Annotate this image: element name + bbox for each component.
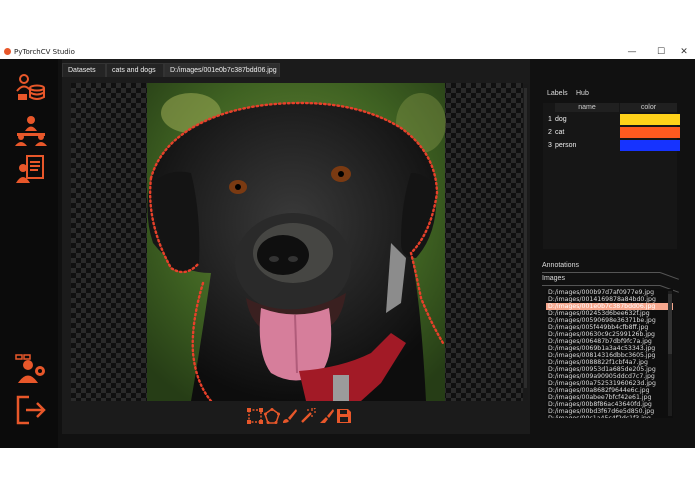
- left-sidebar: [0, 59, 58, 448]
- database-user-icon[interactable]: [14, 71, 48, 105]
- user-settings-icon[interactable]: [14, 353, 48, 387]
- tab-cats-and-dogs[interactable]: cats and dogs: [106, 63, 164, 77]
- label-row-cat[interactable]: 2 cat: [543, 126, 680, 139]
- save-icon[interactable]: [336, 408, 352, 424]
- label-name: dog: [555, 116, 567, 123]
- bounding-box-tool-icon[interactable]: [247, 408, 263, 424]
- title-bar: PyTorchCV Studio — ☐ ✕: [0, 45, 695, 59]
- tab-datasets[interactable]: Datasets: [62, 63, 106, 77]
- images-list[interactable]: D:/images/000b97d7af0977e9.jpg D:/images/…: [546, 289, 673, 418]
- app-window: Datasets cats and dogs D:/images/001e0b7…: [0, 59, 695, 448]
- image-list-item[interactable]: D:/images/00abee7bfcf42e61.jpg: [546, 394, 673, 401]
- label-row-person[interactable]: 3 person: [543, 139, 680, 152]
- brush-tool-icon[interactable]: [282, 408, 298, 424]
- right-panel: Labels Hub name color 1 dog 2 cat 3 pers…: [535, 59, 695, 448]
- tab-labels[interactable]: Labels: [547, 90, 568, 97]
- window-title: PyTorchCV Studio: [14, 48, 75, 56]
- annotations-section-header[interactable]: Annotations: [542, 262, 682, 280]
- team-icon[interactable]: [14, 113, 48, 147]
- label-row-dog[interactable]: 1 dog: [543, 113, 680, 126]
- tab-bar: Datasets cats and dogs D:/images/001e0b7…: [62, 63, 530, 77]
- label-color-swatch[interactable]: [620, 140, 680, 151]
- image-list-item[interactable]: D:/images/002453d6bee632f.jpg: [546, 310, 673, 317]
- image-list-item[interactable]: D:/images/00b8f86ac43640fd.jpg: [546, 401, 673, 408]
- main-workspace: Datasets cats and dogs D:/images/001e0b7…: [62, 59, 530, 434]
- image-list-item[interactable]: D:/images/005f449bb4cfb8ff.jpg: [546, 324, 673, 331]
- image-list-item[interactable]: D:/images/00a8682f9644e6c.jpg: [546, 387, 673, 394]
- label-name: person: [555, 142, 577, 149]
- exit-icon[interactable]: [14, 393, 48, 427]
- app-logo-icon: [4, 48, 11, 55]
- minimize-button[interactable]: —: [623, 46, 641, 58]
- annotation-toolbar: [62, 406, 530, 428]
- eraser-tool-icon[interactable]: [318, 408, 334, 424]
- images-list-scrollbar[interactable]: [668, 291, 672, 416]
- polygon-tool-icon[interactable]: [264, 408, 280, 424]
- report-icon[interactable]: [14, 153, 48, 187]
- dog-photo: [147, 83, 446, 401]
- image-list-item[interactable]: D:/images/00630c9c2599126b.jpg: [546, 331, 673, 338]
- label-color-swatch[interactable]: [620, 114, 680, 125]
- column-header-name: name: [555, 103, 619, 112]
- image-list-item[interactable]: D:/images/0088822f1cbf4a7.jpg: [546, 359, 673, 366]
- labels-table: name color 1 dog 2 cat 3 person: [543, 103, 680, 249]
- column-header-color: color: [620, 103, 677, 112]
- image-list-item[interactable]: D:/images/00c1a45c4f2dc1f3.jpg: [546, 415, 673, 418]
- image-list-item[interactable]: D:/images/00953d1a685de205.jpg: [546, 366, 673, 373]
- image-list-item[interactable]: D:/images/006487b7dbf9fc7a.jpg: [546, 338, 673, 345]
- canvas-vertical-scrollbar[interactable]: [523, 84, 528, 400]
- image-list-item[interactable]: D:/images/009a90905ddcd7c7.jpg: [546, 373, 673, 380]
- image-canvas[interactable]: [71, 83, 523, 401]
- image-list-item[interactable]: D:/images/00814316dbbc3605.jpg: [546, 352, 673, 359]
- image-list-item[interactable]: D:/images/00590698e36371be.jpg: [546, 317, 673, 324]
- maximize-button[interactable]: ☐: [652, 46, 670, 58]
- images-section-header[interactable]: Images: [542, 275, 682, 293]
- label-color-swatch[interactable]: [620, 127, 680, 138]
- image-list-item[interactable]: D:/images/00bd3f67d6e5d850.jpg: [546, 408, 673, 415]
- tab-hub[interactable]: Hub: [576, 90, 589, 97]
- image-list-item[interactable]: D:/images/0069b1a3a4c53343.jpg: [546, 345, 673, 352]
- image-list-item[interactable]: D:/images/00a752531960623d.jpg: [546, 380, 673, 387]
- close-button[interactable]: ✕: [675, 46, 693, 58]
- label-name: cat: [555, 129, 565, 136]
- image-list-item[interactable]: D:/images/001e0b7c387bdd06.jpg: [546, 303, 673, 310]
- tab-current-image[interactable]: D:/images/001e0b7c387bdd06.jpg: [164, 63, 280, 77]
- image-list-item[interactable]: D:/images/0014169878a84bd0.jpg: [546, 296, 673, 303]
- magic-wand-tool-icon[interactable]: [300, 407, 316, 424]
- image-list-item[interactable]: D:/images/000b97d7af0977e9.jpg: [546, 289, 673, 296]
